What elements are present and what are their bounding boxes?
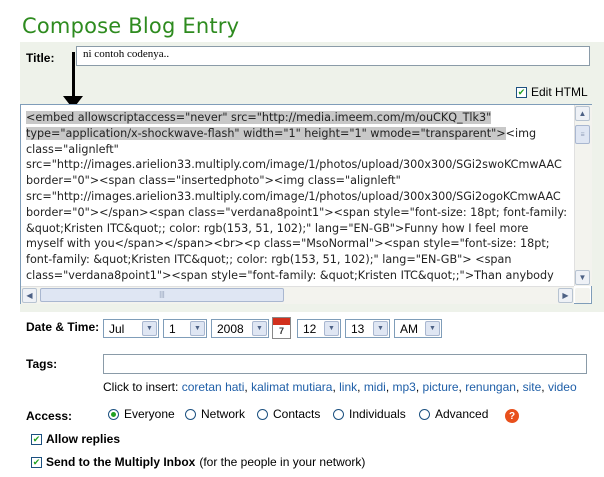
- allow-replies-checkbox[interactable]: ✔: [31, 433, 42, 445]
- insert-prefix: Click to insert:: [103, 380, 179, 394]
- ampm-select[interactable]: AM ▼: [394, 319, 442, 338]
- editor-code-text: <img class="alignleft" src="http://image…: [26, 126, 567, 282]
- access-option-label: Advanced: [435, 407, 489, 421]
- edit-html-checkbox[interactable]: ✔: [516, 86, 527, 98]
- tags-input[interactable]: [103, 354, 587, 374]
- year-value: 2008: [217, 321, 244, 336]
- day-select[interactable]: 1 ▼: [163, 319, 207, 338]
- tag-link[interactable]: midi: [364, 380, 386, 394]
- access-option-label: Contacts: [273, 407, 321, 421]
- edit-html-toggle[interactable]: ✔ Edit HTML: [516, 85, 588, 99]
- allow-replies-option[interactable]: ✔ Allow replies: [31, 432, 120, 446]
- tag-link[interactable]: coretan hati: [182, 380, 245, 394]
- title-input[interactable]: ni contoh codenya..: [76, 46, 590, 66]
- tag-link[interactable]: link: [339, 380, 357, 394]
- allow-replies-label: Allow replies: [46, 432, 121, 446]
- month-value: Jul: [109, 321, 125, 336]
- tag-link[interactable]: site: [523, 380, 542, 394]
- send-inbox-checkbox[interactable]: ✔: [31, 456, 42, 468]
- hour-select[interactable]: 12 ▼: [297, 319, 341, 338]
- scroll-left-icon[interactable]: ◀: [22, 288, 37, 303]
- day-value: 1: [169, 321, 176, 336]
- html-editor-content[interactable]: <embed allowscriptaccess="never" src="ht…: [26, 110, 574, 288]
- edit-html-label: Edit HTML: [531, 85, 588, 99]
- scroll-up-icon[interactable]: ▲: [575, 106, 590, 121]
- radio-icon[interactable]: [257, 408, 268, 420]
- access-option-label: Individuals: [349, 407, 406, 421]
- access-option-label: Network: [201, 407, 246, 421]
- scroll-corner: [575, 288, 590, 303]
- chevron-down-icon: ▼: [425, 321, 440, 336]
- chevron-down-icon: ▼: [373, 321, 388, 336]
- minute-select[interactable]: 13 ▼: [345, 319, 390, 338]
- tag-link[interactable]: picture: [423, 380, 459, 394]
- chevron-down-icon: ▼: [324, 321, 339, 336]
- scroll-down-icon[interactable]: ▼: [575, 270, 590, 285]
- send-inbox-option[interactable]: ✔ Send to the Multiply Inbox (for the pe…: [31, 455, 365, 469]
- chevron-down-icon: ▼: [190, 321, 205, 336]
- send-inbox-note: (for the people in your network): [199, 455, 366, 469]
- month-select[interactable]: Jul ▼: [103, 319, 159, 338]
- tag-link[interactable]: video: [548, 380, 577, 394]
- selected-embed-code: <embed allowscriptaccess="never" src="ht…: [26, 111, 506, 140]
- tag-suggestions: Click to insert: coretan hati, kalimat m…: [103, 380, 577, 394]
- title-label: Title:: [26, 51, 55, 65]
- tag-link[interactable]: kalimat mutiara: [251, 380, 332, 394]
- scroll-right-icon[interactable]: ▶: [558, 288, 573, 303]
- minute-value: 13: [351, 321, 365, 336]
- ampm-value: AM: [400, 321, 418, 336]
- radio-icon[interactable]: [419, 408, 430, 420]
- access-option-individuals[interactable]: Individuals: [333, 407, 406, 421]
- calendar-day: 7: [278, 326, 284, 336]
- radio-icon[interactable]: [185, 408, 196, 420]
- chevron-down-icon: ▼: [142, 321, 157, 336]
- access-option-advanced[interactable]: Advanced: [419, 407, 488, 421]
- page-title: Compose Blog Entry: [22, 14, 240, 38]
- radio-selected-icon[interactable]: [108, 408, 119, 420]
- access-option-network[interactable]: Network: [185, 407, 245, 421]
- horizontal-scroll-thumb[interactable]: |||: [40, 288, 284, 302]
- send-inbox-label: Send to the Multiply Inbox: [46, 455, 196, 469]
- tag-link[interactable]: renungan: [465, 380, 516, 394]
- access-label: Access:: [26, 409, 73, 423]
- year-select[interactable]: 2008 ▼: [211, 319, 269, 338]
- hour-value: 12: [303, 321, 317, 336]
- access-option-label: Everyone: [124, 407, 175, 421]
- calendar-icon[interactable]: 7: [272, 317, 291, 339]
- vertical-scroll-thumb[interactable]: ≡: [575, 125, 590, 144]
- access-option-contacts[interactable]: Contacts: [257, 407, 320, 421]
- help-icon[interactable]: ?: [505, 409, 519, 423]
- tag-link[interactable]: mp3: [393, 380, 416, 394]
- tags-label: Tags:: [26, 357, 58, 371]
- chevron-down-icon: ▼: [252, 321, 267, 336]
- access-option-everyone[interactable]: Everyone: [108, 407, 175, 421]
- annotation-arrow-shaft: [72, 52, 75, 100]
- radio-icon[interactable]: [333, 408, 344, 420]
- datetime-label: Date & Time:: [26, 320, 100, 334]
